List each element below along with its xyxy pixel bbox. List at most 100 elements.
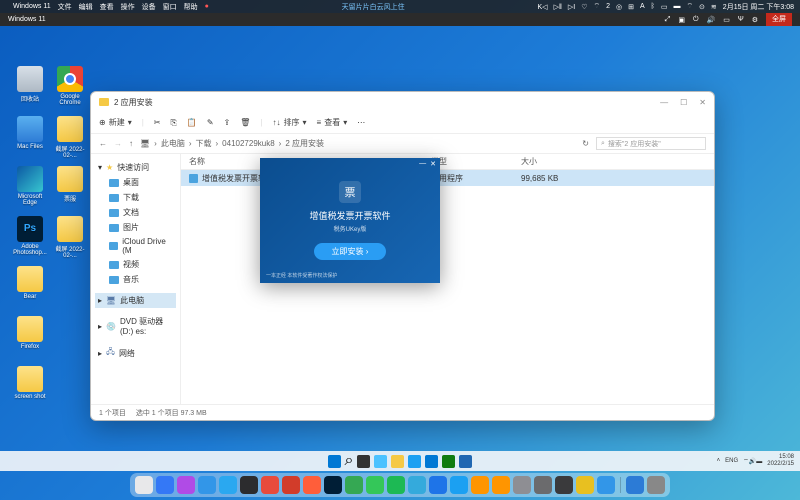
control-center-icon[interactable]: ≋ xyxy=(711,3,717,11)
battery-icon[interactable]: ▬ xyxy=(673,3,680,10)
store-icon[interactable] xyxy=(425,455,438,468)
dock-app-14[interactable] xyxy=(429,476,447,494)
desktop-icon--2022-02-[interactable]: 截屏 2022-02-... xyxy=(53,116,87,159)
vm-expand-icon[interactable]: ⤢ xyxy=(665,16,671,24)
bluetooth-icon[interactable]: ᛒ xyxy=(651,3,655,10)
dock-app-3[interactable] xyxy=(198,476,216,494)
install-button[interactable]: 立即安装 › xyxy=(314,243,387,260)
dock-app-20[interactable] xyxy=(555,476,573,494)
maximize-button[interactable]: ☐ xyxy=(680,98,687,107)
dock-app-8[interactable] xyxy=(303,476,321,494)
cut-icon[interactable]: ✂ xyxy=(154,118,161,127)
paste-icon[interactable]: 📋 xyxy=(187,118,197,127)
sidebar-item-music[interactable]: 音乐 xyxy=(95,272,176,287)
desktop-icon-bear[interactable]: Bear xyxy=(13,266,47,300)
minimize-button[interactable]: — xyxy=(660,98,668,107)
dock-app-15[interactable] xyxy=(450,476,468,494)
dock-app-24[interactable] xyxy=(647,476,665,494)
dock-app-12[interactable] xyxy=(387,476,405,494)
menu-action[interactable]: 操作 xyxy=(121,2,135,12)
menu-edit[interactable]: 编辑 xyxy=(79,2,93,12)
desktop-icon-microsoft-edge[interactable]: Microsoft Edge xyxy=(13,166,47,206)
sidebar-quick-access[interactable]: ▾★快速访问 xyxy=(95,160,176,175)
desktop-icon--[interactable]: 票服 xyxy=(53,166,87,203)
sidebar-item-documents[interactable]: 文档 xyxy=(95,205,176,220)
dock-app-10[interactable] xyxy=(345,476,363,494)
dock-app-19[interactable] xyxy=(534,476,552,494)
sort-button[interactable]: ↑↓ 排序 ▾ xyxy=(273,117,307,128)
sidebar-item-dvd[interactable]: ▸💿DVD 驱动器 (D:) es: xyxy=(95,314,176,338)
new-button[interactable]: ⊕ 新建 ▾ xyxy=(99,117,132,128)
desktop-icon-screen-shot[interactable]: screen shot xyxy=(13,366,47,400)
dock-app-5[interactable] xyxy=(240,476,258,494)
lang-icon[interactable]: A xyxy=(640,3,645,10)
menu-help[interactable]: 帮助 xyxy=(184,2,198,12)
start-button[interactable] xyxy=(328,455,341,468)
back-button[interactable]: ← xyxy=(99,139,107,148)
tray-chevron-icon[interactable]: ˄ xyxy=(717,458,721,464)
app-icon-2[interactable] xyxy=(459,455,472,468)
refresh-icon[interactable]: ↻ xyxy=(582,139,589,148)
desktop-icon-adobe-photoshop-[interactable]: PsAdobe Photoshop... xyxy=(13,216,47,256)
desktop-icon-google-chrome[interactable]: Google Chrome xyxy=(53,66,87,106)
wifi-icon[interactable]: ⌔ xyxy=(686,2,693,11)
screen-icon[interactable]: ▭ xyxy=(661,3,668,11)
dock-app-0[interactable] xyxy=(135,476,153,494)
sidebar-item-this-pc[interactable]: ▸🖥此电脑 xyxy=(95,293,176,308)
sidebar-item-pictures[interactable]: 图片 xyxy=(95,220,176,235)
dock-app-6[interactable] xyxy=(261,476,279,494)
heart-icon[interactable]: ♡ xyxy=(581,3,587,11)
dock-app-2[interactable] xyxy=(177,476,195,494)
search-icon[interactable]: ⊙ xyxy=(699,3,705,11)
close-button[interactable]: ✕ xyxy=(699,98,706,107)
dock-app-7[interactable] xyxy=(282,476,300,494)
vm-folder-icon[interactable]: ▣ xyxy=(678,16,685,24)
tray-wifi-icon[interactable]: ⌔🔊▬ xyxy=(743,457,762,465)
dock-app-21[interactable] xyxy=(576,476,594,494)
view-button[interactable]: ≡ 查看 ▾ xyxy=(317,117,348,128)
share-icon[interactable]: ⇪ xyxy=(224,118,231,127)
vm-gear-icon[interactable]: ⚙ xyxy=(752,16,758,24)
window-titlebar[interactable]: 2 应用安装 — ☐ ✕ xyxy=(91,92,714,112)
forward-button[interactable]: → xyxy=(114,139,122,148)
tray-lang[interactable]: ENG xyxy=(725,458,738,464)
cloud-icon[interactable]: ⌔ xyxy=(593,2,600,11)
dock-app-22[interactable] xyxy=(597,476,615,494)
vm-fullscreen-button[interactable]: 全屏 xyxy=(766,13,792,26)
more-icon[interactable]: ⋯ xyxy=(357,118,365,127)
dock-app-23[interactable] xyxy=(626,476,644,494)
copy-icon[interactable]: ⎘ xyxy=(171,118,177,128)
display-icon[interactable]: ⊞ xyxy=(628,3,634,11)
widgets-icon[interactable] xyxy=(374,455,387,468)
vm-display-icon[interactable]: ▭ xyxy=(723,16,730,24)
prev-icon[interactable]: K◁ xyxy=(538,3,548,11)
tray-clock[interactable]: 15:08 2022/2/15 xyxy=(767,454,794,468)
dock-app-1[interactable] xyxy=(156,476,174,494)
dock-app-17[interactable] xyxy=(492,476,510,494)
rename-icon[interactable]: ✎ xyxy=(207,118,214,127)
date-time[interactable]: 2月15日 周二 下午3:08 xyxy=(723,2,794,12)
dock-app-9[interactable] xyxy=(324,476,342,494)
menu-file[interactable]: 文件 xyxy=(58,2,72,12)
sidebar-item-icloud[interactable]: iCloud Drive (M xyxy=(95,235,176,257)
delete-icon[interactable]: 🗑 xyxy=(240,118,250,127)
dock-app-16[interactable] xyxy=(471,476,489,494)
breadcrumb[interactable]: 🖥 ›此电脑 ›下载 ›04102729kuk8 ›2 应用安装 xyxy=(140,138,575,149)
task-view-icon[interactable] xyxy=(357,455,370,468)
dock-app-13[interactable] xyxy=(408,476,426,494)
desktop-icon--2022-02-[interactable]: 截屏 2022-02-... xyxy=(53,216,87,259)
dock-app-11[interactable] xyxy=(366,476,384,494)
sidebar-item-network[interactable]: ▸🖧网络 xyxy=(95,344,176,362)
sidebar-item-downloads[interactable]: 下载 xyxy=(95,190,176,205)
explorer-icon[interactable] xyxy=(391,455,404,468)
play-icon[interactable]: ▷‖ xyxy=(554,3,562,11)
dock-app-4[interactable] xyxy=(219,476,237,494)
desktop-icon-firefox[interactable]: Firefox xyxy=(13,316,47,350)
search-input[interactable]: ⌕ 搜索"2 应用安装" xyxy=(596,137,706,150)
menu-window[interactable]: 窗口 xyxy=(163,2,177,12)
vm-sound-icon[interactable]: 🔊 xyxy=(707,16,716,24)
installer-close[interactable]: ✕ xyxy=(430,160,436,168)
menu-view[interactable]: 查看 xyxy=(100,2,114,12)
edge-icon[interactable] xyxy=(408,455,421,468)
vm-usb-icon[interactable]: Ψ xyxy=(738,16,744,23)
